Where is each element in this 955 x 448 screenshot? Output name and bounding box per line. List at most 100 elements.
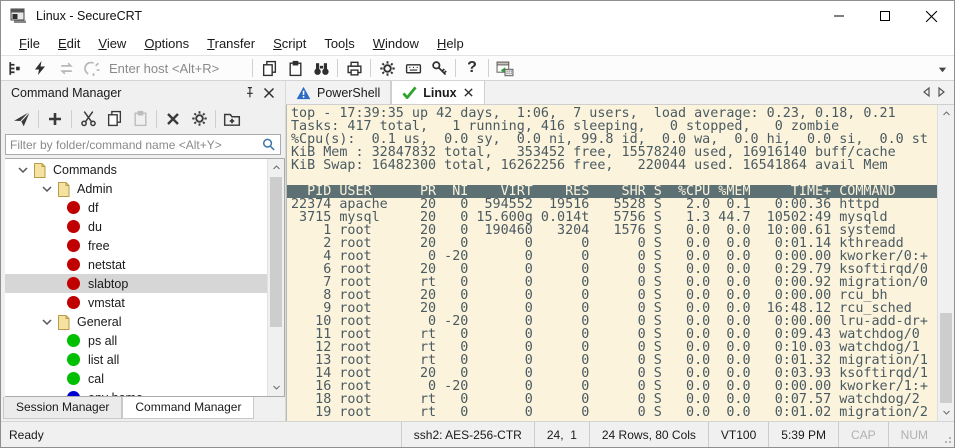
- tab-session-manager[interactable]: Session Manager: [3, 397, 122, 419]
- tab-scroll-left-icon[interactable]: [920, 85, 932, 99]
- process-table-header: PID USER PR NI VIRT RES SHR S %CPU %MEM …: [287, 185, 937, 198]
- scroll-up-icon[interactable]: [268, 159, 285, 176]
- menu-window[interactable]: Window: [364, 33, 428, 54]
- toolbar-separator: [215, 110, 216, 128]
- terminal-screen[interactable]: top - 17:39:35 up 42 days, 1:06, 7 users…: [286, 105, 954, 421]
- scissors-icon: [80, 110, 97, 127]
- maximize-button[interactable]: [862, 1, 908, 31]
- process-row: 3715 mysql 20 0 15.600g 0.014t 5756 S 1.…: [287, 211, 937, 224]
- process-row: 6 root 20 0 0 0 0 S 0.0 0.0 0:29.79 ksof…: [287, 263, 937, 276]
- folder-plus-icon: [223, 110, 241, 128]
- menu-tools[interactable]: Tools: [315, 33, 363, 54]
- reconnect-button[interactable]: [53, 56, 79, 80]
- menu-help[interactable]: Help: [428, 33, 473, 54]
- command-bullet-icon: [67, 353, 80, 366]
- host-input[interactable]: [109, 58, 249, 78]
- help-icon: ?: [467, 59, 477, 77]
- tree-scrollbar-thumb[interactable]: [270, 177, 282, 327]
- connect-button[interactable]: [1, 56, 27, 80]
- cut-button[interactable]: [75, 107, 101, 131]
- agent-key-button[interactable]: [426, 56, 452, 80]
- scroll-down-icon[interactable]: [268, 379, 285, 396]
- minimize-button[interactable]: [816, 1, 862, 31]
- help-button[interactable]: ?: [459, 56, 485, 80]
- disconnect-button[interactable]: [79, 56, 105, 80]
- copy-button[interactable]: [256, 56, 282, 80]
- panel-title: Command Manager: [11, 86, 239, 100]
- menu-transfer[interactable]: Transfer: [198, 33, 264, 54]
- tab-linux[interactable]: Linux: [391, 81, 484, 104]
- terminal-scrollbar-thumb[interactable]: [940, 313, 952, 403]
- tree-command-vmstat[interactable]: vmstat: [5, 293, 267, 312]
- menu-edit[interactable]: Edit: [49, 33, 89, 54]
- paste-button[interactable]: [282, 56, 308, 80]
- tree-command-free[interactable]: free: [5, 236, 267, 255]
- menu-options[interactable]: Options: [135, 33, 198, 54]
- find-button[interactable]: [308, 56, 334, 80]
- menu-view[interactable]: View: [89, 33, 135, 54]
- menu-script[interactable]: Script: [264, 33, 315, 54]
- close-tab-icon[interactable]: [463, 87, 474, 98]
- add-command-button[interactable]: [42, 107, 68, 131]
- copy-command-button[interactable]: [101, 107, 127, 131]
- tree-label: cal: [88, 372, 104, 386]
- delete-command-button[interactable]: [160, 107, 186, 131]
- command-options-button[interactable]: [186, 107, 212, 131]
- filter-input[interactable]: [10, 138, 261, 152]
- gear-icon: [191, 110, 208, 127]
- resize-grip[interactable]: [940, 422, 954, 447]
- tree-command-du[interactable]: du: [5, 217, 267, 236]
- keymap-button[interactable]: [400, 56, 426, 80]
- toolbar-separator: [38, 110, 39, 128]
- new-session-window-button[interactable]: [492, 56, 518, 80]
- tab-command-manager[interactable]: Command Manager: [122, 397, 254, 419]
- process-row: 4 root 0 -20 0 0 0 S 0.0 0.0 0:00.00 kwo…: [287, 250, 937, 263]
- tree-scrollbar[interactable]: [267, 159, 284, 396]
- menu-file[interactable]: File: [10, 33, 49, 54]
- toolbar-separator: [71, 110, 72, 128]
- toolbar-options-button[interactable]: [937, 62, 948, 80]
- process-row: 10 root 0 -20 0 0 0 S 0.0 0.0 0:00.00 lr…: [287, 315, 937, 328]
- pin-panel-button[interactable]: [239, 84, 259, 102]
- warning-triangle-icon: [296, 86, 311, 100]
- new-folder-button[interactable]: [219, 107, 245, 131]
- main-toolbar: ?: [1, 55, 954, 81]
- terminal-scrollbar[interactable]: [937, 105, 954, 421]
- command-bullet-icon: [67, 296, 80, 309]
- terminal-line: top - 17:39:35 up 42 days, 1:06, 7 users…: [287, 107, 937, 120]
- close-button[interactable]: [908, 1, 954, 31]
- toolbar-separator: [370, 59, 371, 77]
- session-options-button[interactable]: [374, 56, 400, 80]
- tree-folder-commands[interactable]: Commands: [5, 160, 267, 179]
- maximize-icon: [879, 10, 891, 22]
- paste-command-button[interactable]: [127, 107, 153, 131]
- status-ready: Ready: [1, 428, 401, 442]
- tree-folder-admin[interactable]: Admin: [5, 179, 267, 198]
- tab-scroll-right-icon[interactable]: [936, 85, 948, 99]
- tree-command-slabtop[interactable]: slabtop: [5, 274, 267, 293]
- quick-connect-button[interactable]: [27, 56, 53, 80]
- tree-command-env-home[interactable]: env home: [5, 388, 267, 397]
- tab-label: PowerShell: [317, 86, 380, 100]
- command-bullet-icon: [67, 391, 80, 397]
- scroll-down-icon[interactable]: [938, 404, 954, 421]
- minimize-icon: [833, 10, 845, 22]
- status-cursor-position: 24, 1: [534, 422, 589, 447]
- tree-label: Admin: [77, 182, 112, 196]
- tab-powershell[interactable]: PowerShell: [286, 81, 391, 104]
- close-panel-button[interactable]: [259, 84, 279, 102]
- disconnect-icon: [84, 60, 101, 77]
- tree-folder-general[interactable]: General: [5, 312, 267, 331]
- tree-command-cal[interactable]: cal: [5, 369, 267, 388]
- folder-icon: [55, 181, 72, 197]
- tree-command-ps-all[interactable]: ps all: [5, 331, 267, 350]
- tree-command-df[interactable]: df: [5, 198, 267, 217]
- scroll-up-icon[interactable]: [938, 105, 954, 122]
- check-icon: [402, 86, 417, 99]
- tree-command-list-all[interactable]: list all: [5, 350, 267, 369]
- process-row: 2 root 20 0 0 0 0 S 0.0 0.0 0:01.14 kthr…: [287, 237, 937, 250]
- tree-command-netstat[interactable]: netstat: [5, 255, 267, 274]
- print-button[interactable]: [341, 56, 367, 80]
- send-command-button[interactable]: [9, 107, 35, 131]
- search-icon: [261, 137, 276, 152]
